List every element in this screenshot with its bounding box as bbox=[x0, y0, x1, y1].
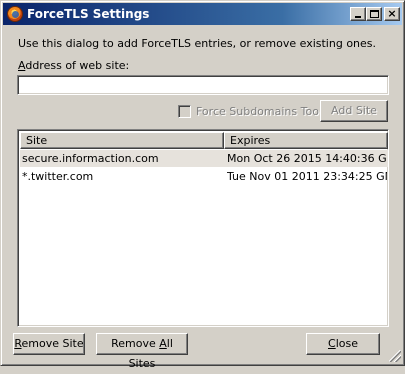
force-subdomains-label: Force Subdomains Too bbox=[196, 105, 319, 118]
sites-list-header: Site Expires bbox=[20, 132, 388, 149]
close-accesskey: C bbox=[328, 337, 336, 350]
close-label: lose bbox=[335, 337, 358, 350]
remove-all-sites-button[interactable]: Remove All Sites bbox=[96, 333, 188, 370]
close-icon: × bbox=[387, 7, 397, 20]
remove-site-button[interactable]: Remove Site bbox=[13, 333, 85, 355]
site-cell: *.twitter.com bbox=[22, 170, 94, 183]
window-title: ForceTLS Settings bbox=[27, 7, 150, 21]
table-row[interactable]: secure.informaction.com Mon Oct 26 2015 … bbox=[20, 150, 388, 167]
resize-grip[interactable] bbox=[389, 350, 401, 362]
maximize-icon bbox=[370, 10, 379, 18]
firefox-icon bbox=[7, 6, 23, 22]
minimize-button[interactable] bbox=[350, 7, 366, 21]
minimize-icon bbox=[355, 16, 361, 18]
address-label-text: ddress of web site: bbox=[25, 59, 130, 72]
add-site-button[interactable]: Add Site bbox=[320, 100, 388, 122]
close-button[interactable]: Close bbox=[306, 333, 380, 355]
force-subdomains-checkbox-box[interactable] bbox=[178, 105, 191, 118]
site-cell: secure.informaction.com bbox=[22, 152, 159, 165]
address-input[interactable] bbox=[17, 75, 389, 95]
remove-site-accesskey: R bbox=[14, 337, 22, 350]
expires-cell: Mon Oct 26 2015 14:40:36 GM... bbox=[227, 152, 387, 165]
forcetls-settings-dialog: ForceTLS Settings × Use this dialog to a… bbox=[0, 0, 405, 370]
title-bar[interactable]: ForceTLS Settings × bbox=[3, 3, 402, 25]
remove-all-label-start: Remove bbox=[111, 337, 160, 350]
remove-site-label: emove Site bbox=[21, 337, 84, 350]
expires-cell: Tue Nov 01 2011 23:34:25 GM... bbox=[227, 170, 387, 183]
column-header-site[interactable]: Site bbox=[20, 132, 224, 149]
address-label: Address of web site: bbox=[18, 59, 129, 72]
table-row[interactable]: *.twitter.com Tue Nov 01 2011 23:34:25 G… bbox=[20, 168, 388, 185]
remove-all-accesskey: A bbox=[159, 337, 167, 350]
maximize-button[interactable] bbox=[366, 7, 382, 21]
column-header-expires[interactable]: Expires bbox=[224, 132, 388, 149]
sites-list[interactable]: Site Expires secure.informaction.com Mon… bbox=[17, 129, 389, 327]
intro-text: Use this dialog to add ForceTLS entries,… bbox=[18, 37, 377, 50]
close-window-button[interactable]: × bbox=[384, 7, 400, 21]
